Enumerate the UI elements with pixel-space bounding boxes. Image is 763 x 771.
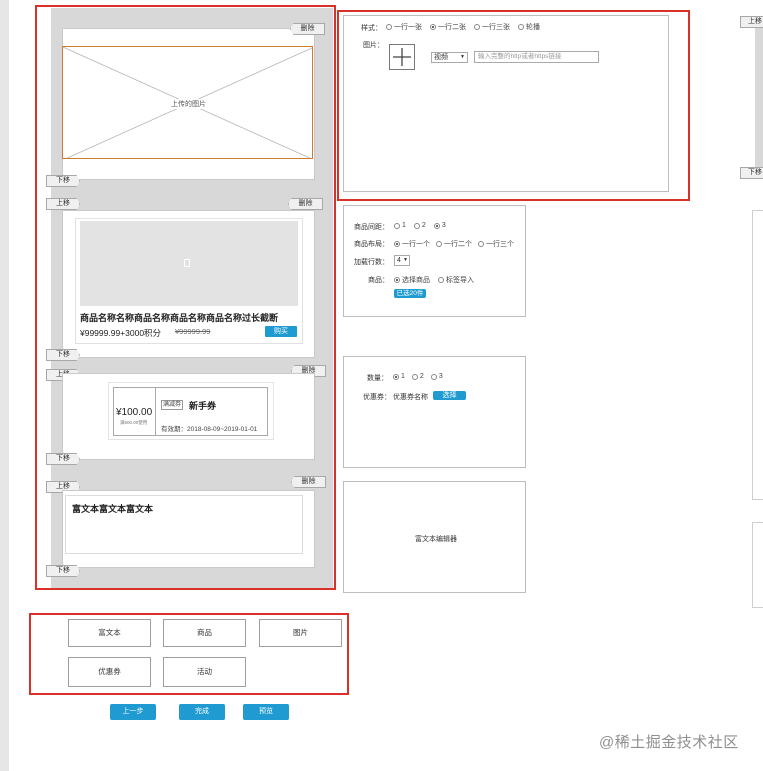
rows-select[interactable]: 4 ▼	[394, 255, 410, 266]
spacing-option-2[interactable]: 2	[413, 222, 426, 229]
next-panel-edge	[752, 210, 763, 500]
choose-coupon-button[interactable]: 选择	[433, 391, 466, 400]
goods-option-select[interactable]: 选择商品	[394, 275, 430, 285]
left-scroll-strip	[0, 0, 9, 771]
rows-label: 加载行数：	[354, 259, 389, 266]
prev-step-button[interactable]: 上一步	[110, 704, 156, 720]
spacing-label: 商品间距：	[354, 224, 389, 231]
count-option-2[interactable]: 2	[411, 373, 424, 380]
move-up-button[interactable]: 上移	[740, 16, 763, 28]
coupon-name-value: 优惠券名称	[393, 394, 428, 401]
goods-label: 商品：	[368, 277, 389, 284]
radio-icon	[394, 222, 400, 229]
radio-icon	[478, 241, 484, 247]
components-highlight-frame	[29, 613, 349, 695]
count-option-3[interactable]: 3	[430, 373, 443, 380]
radio-icon	[413, 222, 420, 229]
selected-count-button[interactable]: 已选20件	[394, 289, 426, 298]
radio-icon	[436, 241, 442, 247]
layout-option-one[interactable]: 一行一个	[394, 239, 430, 249]
richtext-editor-label: 富文本编辑器	[415, 536, 457, 543]
settings-highlight-frame	[337, 10, 690, 201]
spacing-option-1[interactable]: 1	[394, 222, 406, 229]
radio-selected-icon	[394, 277, 400, 283]
next-panel-edge	[752, 522, 763, 608]
move-down-button[interactable]: 下移	[740, 167, 763, 179]
watermark: @稀土掘金技术社区	[599, 734, 739, 751]
chevron-down-icon: ▼	[403, 257, 408, 263]
radio-selected-icon	[393, 373, 399, 380]
preview-button[interactable]: 预览	[243, 704, 289, 720]
radio-icon	[430, 373, 437, 380]
goods-options: 选择商品 标签导入	[394, 275, 474, 285]
canvas-highlight-frame	[35, 5, 336, 590]
richtext-settings-panel[interactable]: 富文本编辑器	[343, 481, 526, 593]
radio-icon	[438, 277, 444, 283]
goods-option-tag-import[interactable]: 标签导入	[438, 275, 474, 285]
count-option-1[interactable]: 1	[393, 373, 405, 380]
radio-selected-icon	[433, 222, 440, 229]
spacing-options: 1 2 3	[394, 222, 446, 229]
layout-option-two[interactable]: 一行二个	[436, 239, 472, 249]
count-label: 数量：	[367, 375, 388, 382]
layout-option-three[interactable]: 一行三个	[478, 239, 514, 249]
count-options: 1 2 3	[393, 373, 443, 380]
radio-selected-icon	[394, 241, 400, 247]
layout-options: 一行一个 一行二个 一行三个	[394, 239, 514, 249]
spacing-option-3[interactable]: 3	[433, 222, 446, 229]
layout-label: 商品布局：	[354, 241, 389, 248]
radio-icon	[411, 373, 418, 380]
next-canvas-strip	[755, 22, 763, 174]
coupon-label: 优惠券：	[363, 394, 391, 401]
done-button[interactable]: 完成	[179, 704, 225, 720]
